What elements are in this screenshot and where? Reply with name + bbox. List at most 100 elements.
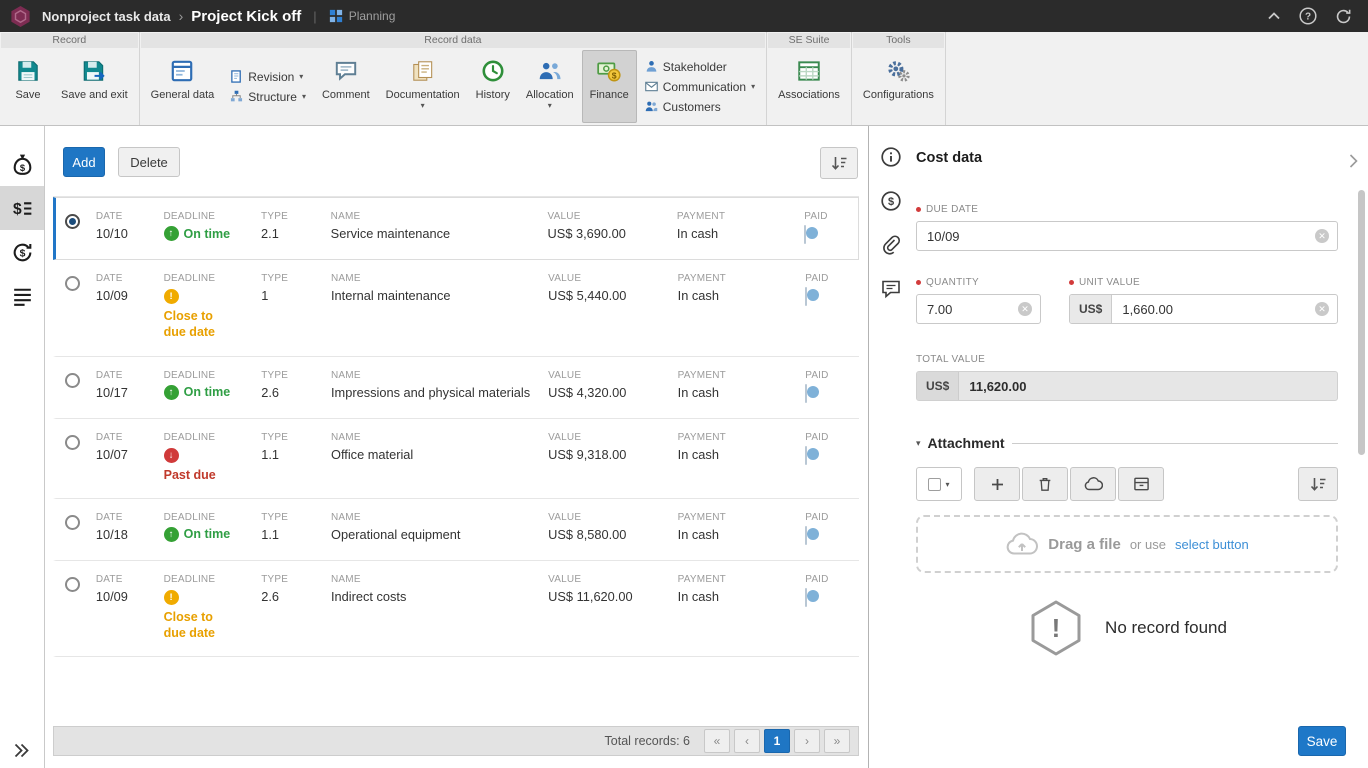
row-date: 10/10: [96, 226, 158, 242]
collapse-ribbon-icon[interactable]: [1267, 10, 1281, 22]
help-icon[interactable]: ?: [1299, 7, 1317, 25]
attachment-sort-button[interactable]: [1298, 467, 1338, 501]
associations-button[interactable]: Associations: [770, 50, 848, 123]
row-payment: In cash: [678, 288, 800, 304]
sidebar-item-recurring-cost[interactable]: $: [0, 230, 44, 274]
documentation-button[interactable]: Documentation ▾: [378, 50, 468, 123]
finance-icon: $: [596, 57, 622, 85]
archive-attachment-button[interactable]: [1118, 467, 1164, 501]
collapse-panel-chevron-icon[interactable]: [1349, 154, 1358, 168]
paid-toggle[interactable]: [804, 225, 806, 244]
last-page-button[interactable]: »: [824, 729, 850, 753]
save-and-exit-button[interactable]: Save and exit: [53, 50, 136, 123]
row-radio[interactable]: [65, 577, 80, 592]
row-payment: In cash: [678, 589, 800, 605]
add-attachment-button[interactable]: [974, 467, 1020, 501]
expand-sidebar-button[interactable]: [13, 743, 30, 758]
row-name: Indirect costs: [331, 589, 542, 605]
allocation-button[interactable]: Allocation ▾: [518, 50, 582, 123]
list-sort-button[interactable]: [820, 147, 858, 179]
sidebar-item-cost-data[interactable]: $: [0, 186, 44, 230]
chevron-down-icon: ▾: [916, 438, 921, 449]
history-button[interactable]: History: [468, 50, 518, 123]
paid-toggle[interactable]: [805, 384, 807, 403]
sidebar-item-summary[interactable]: [0, 274, 44, 318]
configurations-button[interactable]: Configurations: [855, 50, 942, 123]
refresh-icon[interactable]: [1335, 8, 1352, 25]
col-label-value: VALUE: [548, 432, 672, 443]
row-date: 10/17: [96, 385, 158, 401]
required-marker: [916, 280, 921, 285]
select-all-dropdown[interactable]: ▾: [916, 467, 962, 501]
row-radio[interactable]: [65, 373, 80, 388]
row-radio[interactable]: [65, 515, 80, 530]
info-icon[interactable]: [880, 146, 902, 168]
comment-button[interactable]: Comment: [314, 50, 378, 123]
comment-bubble-icon[interactable]: [880, 278, 902, 300]
table-row[interactable]: DATE10/17 DEADLINE ↑On time TYPE2.6 NAME…: [53, 357, 859, 419]
cloud-icon: [1084, 477, 1103, 491]
row-radio[interactable]: [65, 276, 80, 291]
table-row[interactable]: DATE10/09 DEADLINE !Close to due date TY…: [53, 260, 859, 357]
save-icon: [15, 57, 41, 85]
row-radio[interactable]: [65, 214, 80, 229]
table-row[interactable]: DATE10/18 DEADLINE ↑On time TYPE1.1 NAME…: [53, 499, 859, 561]
first-page-button[interactable]: «: [704, 729, 730, 753]
table-row[interactable]: DATE10/07 DEADLINE ↓Past due TYPE1.1 NAM…: [53, 419, 859, 499]
row-payment: In cash: [677, 226, 798, 242]
total-records-label: Total records: 6: [605, 734, 690, 748]
clear-icon[interactable]: ✕: [1315, 302, 1329, 316]
paid-toggle[interactable]: [805, 287, 807, 306]
col-label-payment: PAYMENT: [678, 512, 800, 523]
file-dropzone[interactable]: Drag a file or use select button: [916, 515, 1338, 573]
paid-toggle[interactable]: [805, 526, 807, 545]
add-button[interactable]: Add: [63, 147, 105, 177]
breadcrumb-root[interactable]: Nonproject task data: [42, 9, 171, 24]
attachment-section-header[interactable]: ▾ Attachment: [916, 435, 1338, 451]
clear-icon[interactable]: ✕: [1018, 302, 1032, 316]
currency-prefix: US$: [1070, 295, 1112, 323]
clear-icon[interactable]: ✕: [1315, 229, 1329, 243]
paid-toggle[interactable]: [805, 446, 807, 465]
customers-button[interactable]: Customers: [645, 100, 755, 114]
delete-attachment-button[interactable]: [1022, 467, 1068, 501]
download-attachment-button[interactable]: [1070, 467, 1116, 501]
stakeholder-button[interactable]: Stakeholder: [645, 60, 755, 74]
page-number-button[interactable]: 1: [764, 729, 790, 753]
sidebar-item-budget[interactable]: $: [0, 142, 44, 186]
quantity-input[interactable]: 7.00 ✕: [916, 294, 1041, 324]
planning-icon: [329, 9, 343, 23]
delete-button[interactable]: Delete: [118, 147, 180, 177]
dropzone-or-text: or use: [1130, 537, 1166, 552]
due-date-input[interactable]: 10/09 ✕: [916, 221, 1338, 251]
revision-button[interactable]: Revision ▾: [230, 70, 306, 84]
paperclip-icon[interactable]: [880, 234, 902, 256]
panel-save-button[interactable]: Save: [1298, 726, 1346, 756]
prev-page-button[interactable]: ‹: [734, 729, 760, 753]
structure-button[interactable]: Structure ▾: [230, 90, 306, 104]
table-row[interactable]: DATE10/10 DEADLINE ↑On time TYPE2.1 NAME…: [53, 197, 859, 260]
table-row[interactable]: DATE10/09 DEADLINE !Close to due date TY…: [53, 561, 859, 658]
paid-toggle[interactable]: [805, 588, 807, 607]
checkbox-icon: [928, 478, 941, 491]
ribbon-group-record-header: Record: [1, 33, 138, 48]
panel-scrollbar[interactable]: [1358, 190, 1365, 455]
unit-value-input[interactable]: US$ 1,660.00 ✕: [1069, 294, 1338, 324]
next-page-button[interactable]: ›: [794, 729, 820, 753]
dollar-circle-icon[interactable]: $: [880, 190, 902, 212]
general-data-button[interactable]: General data: [143, 50, 223, 123]
communication-button[interactable]: Communication ▾: [645, 80, 755, 94]
quantity-field: QUANTITY 7.00 ✕: [916, 277, 1041, 324]
row-radio[interactable]: [65, 435, 80, 450]
select-file-link[interactable]: select button: [1175, 537, 1249, 552]
col-label-name: NAME: [331, 370, 542, 381]
row-name: Internal maintenance: [331, 288, 542, 304]
pagination-bar: Total records: 6 « ‹ 1 › »: [53, 726, 859, 756]
col-label-deadline: DEADLINE: [164, 370, 256, 381]
ribbon: Record Save Save and exit Record data Ge…: [0, 32, 1368, 126]
app-logo-icon: [9, 5, 32, 28]
save-button[interactable]: Save: [3, 50, 53, 123]
finance-button[interactable]: $ Finance: [582, 50, 637, 123]
row-type: 2.1: [261, 226, 325, 242]
col-label-date: DATE: [96, 574, 158, 585]
